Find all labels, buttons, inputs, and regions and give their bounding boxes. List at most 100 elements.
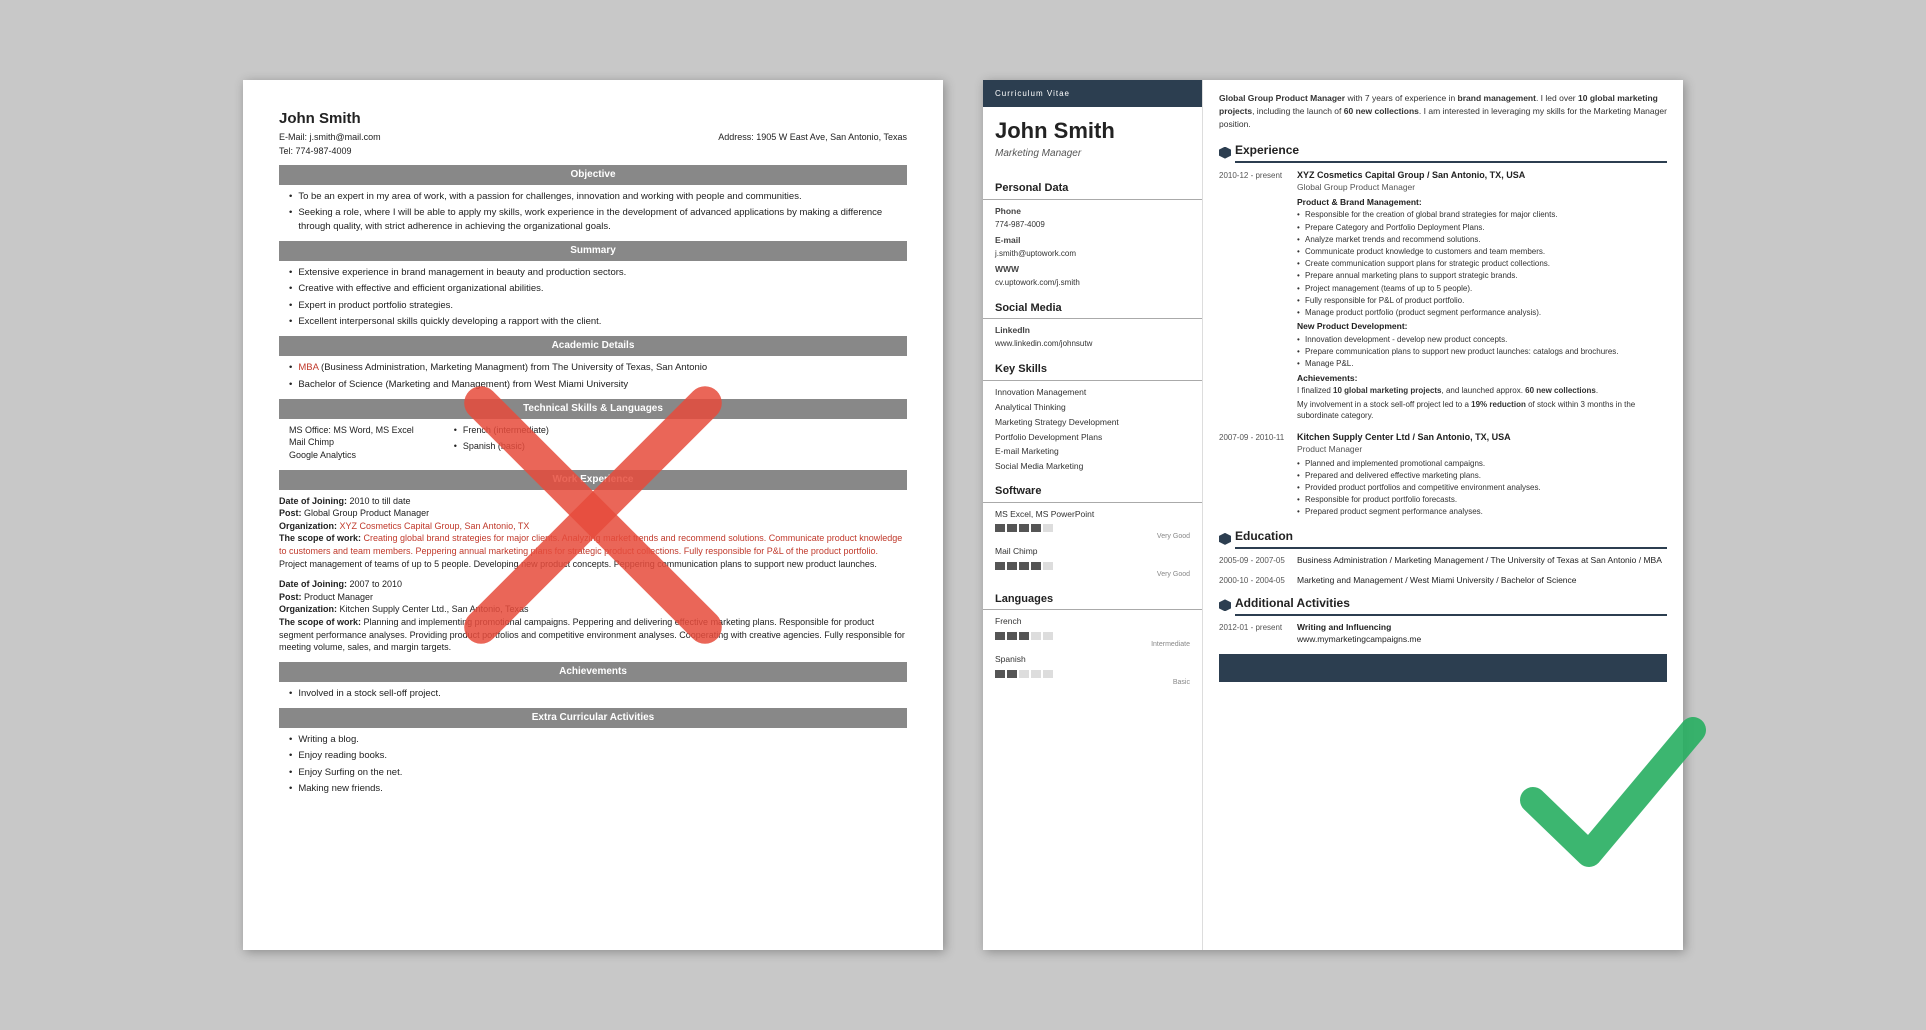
exp-1-content: XYZ Cosmetics Capital Group / San Antoni… (1297, 169, 1667, 421)
left-objective-header: Objective (279, 165, 907, 185)
exp-1-achievements: Achievements: (1297, 373, 1667, 385)
right-bottom-bar (1219, 654, 1667, 682)
exp-2-b4: Responsible for product portfolio foreca… (1297, 494, 1667, 505)
phone-value: 774-987-4009 (983, 219, 1202, 235)
skill-1: Innovation Management (983, 387, 1202, 402)
left-email: E-Mail: j.smith@mail.com (279, 131, 381, 144)
exp-1-b5: Create communication support plans for s… (1297, 258, 1667, 269)
exp-1-b3: Analyze market trends and recommend solu… (1297, 234, 1667, 245)
skill-3: Marketing Strategy Development (983, 417, 1202, 432)
edu-2-dates: 2000-10 - 2004-05 (1219, 575, 1289, 587)
exp-2-company: Kitchen Supply Center Ltd / San Antonio,… (1297, 431, 1667, 444)
exp-1-b7: Project management (teams of up to 5 peo… (1297, 283, 1667, 294)
left-extra-4: Making new friends. (279, 782, 907, 795)
left-address: Address: 1905 W East Ave, San Antonio, T… (718, 131, 907, 144)
left-work-2: Date of Joining: 2007 to 2010 Post: Prod… (279, 578, 907, 654)
right-title: Marketing Manager (983, 147, 1202, 173)
left-extra-header: Extra Curricular Activities (279, 708, 907, 728)
right-sidebar: Curriculum Vitae John Smith Marketing Ma… (983, 80, 1203, 950)
left-extra-3: Enjoy Surfing on the net. (279, 766, 907, 779)
lang-2-bar: Basic (983, 669, 1202, 692)
software-title: Software (983, 484, 1202, 502)
software-1: MS Excel, MS PowerPoint (983, 509, 1202, 524)
personal-data-title: Personal Data (983, 181, 1202, 199)
exp-1-npd1: Innovation development - develop new pro… (1297, 334, 1667, 345)
key-skills-title: Key Skills (983, 362, 1202, 380)
left-work-header: Work Experience (279, 470, 907, 490)
left-extra-2: Enjoy reading books. (279, 749, 907, 762)
social-media-title: Social Media (983, 301, 1202, 319)
exp-1-ach1: I finalized 10 global marketing projects… (1297, 385, 1667, 396)
additional-icon (1219, 599, 1231, 611)
exp-1-npd2: Prepare communication plans to support n… (1297, 346, 1667, 357)
education-header-row: Education (1219, 528, 1667, 549)
exp-2-b2: Prepared and delivered effective marketi… (1297, 470, 1667, 481)
left-tel: Tel: 774-987-4009 (279, 145, 907, 158)
lang-2-level: Basic (995, 678, 1190, 688)
add-1-content: Writing and Influencing www.mymarketingc… (1297, 622, 1667, 646)
exp-1-role: Global Group Product Manager (1297, 182, 1667, 194)
software-2-level: Very Good (995, 570, 1190, 580)
left-resume-wrapper: John Smith E-Mail: j.smith@mail.com Addr… (243, 80, 943, 950)
email-label: E-mail (983, 235, 1202, 248)
left-tech-col1: MS Office: MS Word, MS Excel Mail Chimp … (289, 424, 414, 462)
right-resume-wrapper: Curriculum Vitae John Smith Marketing Ma… (983, 80, 1683, 950)
exp-1-b2: Prepare Category and Portfolio Deploymen… (1297, 222, 1667, 233)
exp-2-content: Kitchen Supply Center Ltd / San Antonio,… (1297, 431, 1667, 518)
left-tech-col2: • French (intermediate) • Spanish (basic… (454, 424, 549, 462)
skill-6: Social Media Marketing (983, 461, 1202, 476)
exp-2-role: Product Manager (1297, 444, 1667, 456)
skill-5: E-mail Marketing (983, 446, 1202, 461)
linkedin-value: www.linkedin.com/johnsutw (983, 338, 1202, 354)
edu-entry-1: 2005-09 - 2007-05 Business Administratio… (1219, 555, 1667, 567)
www-label: WWW (983, 264, 1202, 277)
languages-title: Languages (983, 592, 1202, 610)
exp-1-company: XYZ Cosmetics Capital Group / San Antoni… (1297, 169, 1667, 182)
left-resume: John Smith E-Mail: j.smith@mail.com Addr… (243, 80, 943, 950)
cv-label: Curriculum Vitae (983, 80, 1202, 107)
right-resume: Curriculum Vitae John Smith Marketing Ma… (983, 80, 1683, 950)
left-summary-header: Summary (279, 241, 907, 261)
edu-1-content: Business Administration / Marketing Mana… (1297, 555, 1667, 567)
edu-entry-2: 2000-10 - 2004-05 Marketing and Manageme… (1219, 575, 1667, 587)
www-value: cv.uptowork.com/j.smith (983, 277, 1202, 293)
left-academic-header: Academic Details (279, 336, 907, 356)
exp-1-subsection-2: New Product Development: (1297, 321, 1667, 333)
exp-1-b9: Manage product portfolio (product segmen… (1297, 307, 1667, 318)
software-1-level: Very Good (995, 532, 1190, 542)
lang-1: French (983, 616, 1202, 631)
left-academic-2: Bachelor of Science (Marketing and Manag… (279, 378, 907, 391)
skill-4: Portfolio Development Plans (983, 432, 1202, 447)
add-entry-1: 2012-01 - present Writing and Influencin… (1219, 622, 1667, 646)
exp-entry-2: 2007-09 - 2010-11 Kitchen Supply Center … (1219, 431, 1667, 518)
software-1-bar: Very Good (983, 523, 1202, 546)
lang-1-level: Intermediate (995, 640, 1190, 650)
right-summary: Global Group Product Manager with 7 year… (1219, 92, 1667, 130)
edu-1-dates: 2005-09 - 2007-05 (1219, 555, 1289, 567)
left-academic-1: MBA (Business Administration, Marketing … (279, 361, 907, 374)
exp-1-b1: Responsible for the creation of global b… (1297, 209, 1667, 220)
left-name: John Smith (279, 108, 907, 129)
left-summary-2: Creative with effective and efficient or… (279, 282, 907, 295)
additional-header-row: Additional Activities (1219, 595, 1667, 616)
experience-icon (1219, 147, 1231, 159)
left-achievement-1: Involved in a stock sell-off project. (279, 687, 907, 700)
email-value: j.smith@uptowork.com (983, 248, 1202, 264)
left-contact: E-Mail: j.smith@mail.com Address: 1905 W… (279, 131, 907, 144)
exp-2-b5: Prepared product segment performance ana… (1297, 506, 1667, 517)
exp-1-b4: Communicate product knowledge to custome… (1297, 246, 1667, 257)
add-1-dates: 2012-01 - present (1219, 622, 1289, 646)
left-objective-2: Seeking a role, where I will be able to … (279, 206, 907, 233)
left-summary-3: Expert in product portfolio strategies. (279, 299, 907, 312)
additional-title: Additional Activities (1235, 595, 1667, 616)
exp-1-ach2: My involvement in a stock sell-off proje… (1297, 399, 1667, 421)
exp-1-subsection-1: Product & Brand Management: (1297, 197, 1667, 209)
experience-title: Experience (1235, 142, 1667, 163)
left-extra-1: Writing a blog. (279, 733, 907, 746)
right-name: John Smith (983, 107, 1202, 147)
left-summary-4: Excellent interpersonal skills quickly d… (279, 315, 907, 328)
education-icon (1219, 533, 1231, 545)
exp-2-dates: 2007-09 - 2010-11 (1219, 431, 1289, 518)
lang-1-bar: Intermediate (983, 631, 1202, 654)
phone-label: Phone (983, 206, 1202, 219)
